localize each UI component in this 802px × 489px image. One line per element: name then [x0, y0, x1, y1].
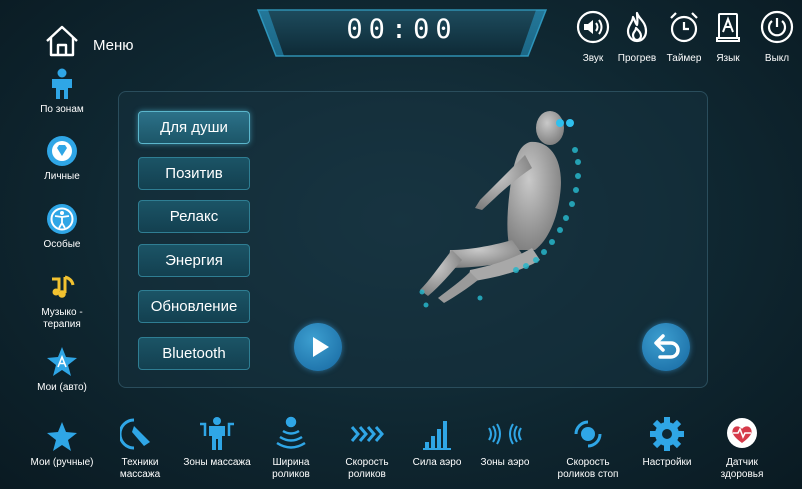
- bottom-tool-label: Техники массажа: [119, 457, 161, 480]
- language-label: Язык: [716, 53, 740, 64]
- sidebar-item-label: Мои (ручные): [30, 457, 94, 468]
- foot-roller-speed-button[interactable]: Скорость роликов стоп: [553, 416, 623, 481]
- foot-roller-speed-icon: [568, 416, 608, 452]
- roller-width-icon: [271, 416, 311, 452]
- massage-zones-button[interactable]: Зоны массажа: [182, 416, 252, 469]
- bottom-tool-label: Настройки: [642, 457, 692, 468]
- roller-speed-icon: [347, 416, 387, 452]
- timer-display: 00:00: [346, 14, 458, 45]
- back-button[interactable]: [642, 323, 690, 371]
- mode-button-relax[interactable]: Релакс: [138, 200, 250, 233]
- mode-button-positive[interactable]: Позитив: [138, 157, 250, 190]
- special-figure-icon: [46, 203, 78, 235]
- language-icon: [711, 10, 745, 44]
- diamond-icon: [46, 135, 78, 167]
- body-illustration: [419, 111, 581, 308]
- air-strength-button[interactable]: Сила аэро: [402, 416, 472, 469]
- massage-technique-icon: [118, 416, 160, 452]
- heart-rate-icon: [722, 416, 762, 452]
- massage-technique-button[interactable]: Техники массажа: [105, 416, 175, 481]
- sidebar-item-label: По зонам: [40, 104, 84, 115]
- sidebar-item-music-therapy[interactable]: Музыко - терапия: [26, 271, 98, 331]
- warmup-label: Прогрев: [617, 53, 657, 64]
- star-icon: [46, 421, 78, 453]
- roller-speed-button[interactable]: Скорость роликов: [332, 416, 402, 481]
- bottom-tool-label: Датчик здоровья: [720, 457, 764, 480]
- body-zones-icon: [46, 68, 78, 100]
- air-strength-icon: [417, 416, 457, 452]
- warmup-button[interactable]: Прогрев: [615, 10, 659, 64]
- bottom-tool-label: Скорость роликов стоп: [557, 457, 619, 480]
- roller-width-button[interactable]: Ширина роликов: [256, 416, 326, 481]
- alarm-clock-icon: [667, 10, 701, 44]
- timer-button[interactable]: Таймер: [662, 10, 706, 64]
- bottom-tool-label: Сила аэро: [412, 457, 462, 468]
- home-icon[interactable]: [44, 24, 80, 58]
- star-a-icon: [46, 346, 78, 378]
- flame-icon: [620, 10, 654, 44]
- gear-icon: [647, 416, 687, 452]
- power-button[interactable]: Выкл: [755, 10, 799, 64]
- health-sensor-button[interactable]: Датчик здоровья: [707, 416, 777, 481]
- bottom-tool-label: Зоны массажа: [183, 457, 251, 468]
- mode-button-energy[interactable]: Энергия: [138, 244, 250, 277]
- bottom-tool-label: Ширина роликов: [272, 457, 310, 480]
- sidebar-item-label: Особые: [43, 239, 81, 250]
- power-label: Выкл: [764, 53, 790, 64]
- air-zones-icon: [485, 416, 525, 452]
- massage-zones-icon: [197, 416, 237, 452]
- sidebar-item-label: Музыко - терапия: [41, 307, 83, 330]
- speaker-icon: [576, 10, 610, 44]
- settings-button[interactable]: Настройки: [632, 416, 702, 469]
- massage-chair-screen: Меню 00:00 Звук Прогрев Таймер Язык Выкл…: [0, 0, 802, 489]
- bottom-tool-label: Зоны аэро: [480, 457, 530, 468]
- play-icon: [313, 337, 329, 357]
- mode-button-bluetooth[interactable]: Bluetooth: [138, 337, 250, 370]
- mode-button-soul[interactable]: Для души: [138, 111, 250, 144]
- sidebar-item-my-manual[interactable]: Мои (ручные): [26, 421, 98, 469]
- sidebar-item-label: Мои (авто): [37, 382, 87, 393]
- sidebar-item-special[interactable]: Особые: [26, 203, 98, 251]
- power-icon: [760, 10, 794, 44]
- timer-label: Таймер: [666, 53, 702, 64]
- mode-button-renewal[interactable]: Обновление: [138, 290, 250, 323]
- sidebar-item-personal[interactable]: Личные: [26, 135, 98, 183]
- music-note-icon: [46, 271, 78, 303]
- sidebar-item-label: Личные: [44, 171, 80, 182]
- sidebar-item-my-auto[interactable]: Мои (авто): [26, 346, 98, 394]
- sound-label: Звук: [582, 53, 604, 64]
- menu-label[interactable]: Меню: [93, 37, 134, 54]
- bottom-tool-label: Скорость роликов: [345, 457, 389, 480]
- air-zones-button[interactable]: Зоны аэро: [470, 416, 540, 469]
- sound-button[interactable]: Звук: [571, 10, 615, 64]
- language-button[interactable]: Язык: [706, 10, 750, 64]
- sidebar-item-zones[interactable]: По зонам: [26, 68, 98, 116]
- play-button[interactable]: [294, 323, 342, 371]
- return-arrow-icon: [654, 334, 680, 359]
